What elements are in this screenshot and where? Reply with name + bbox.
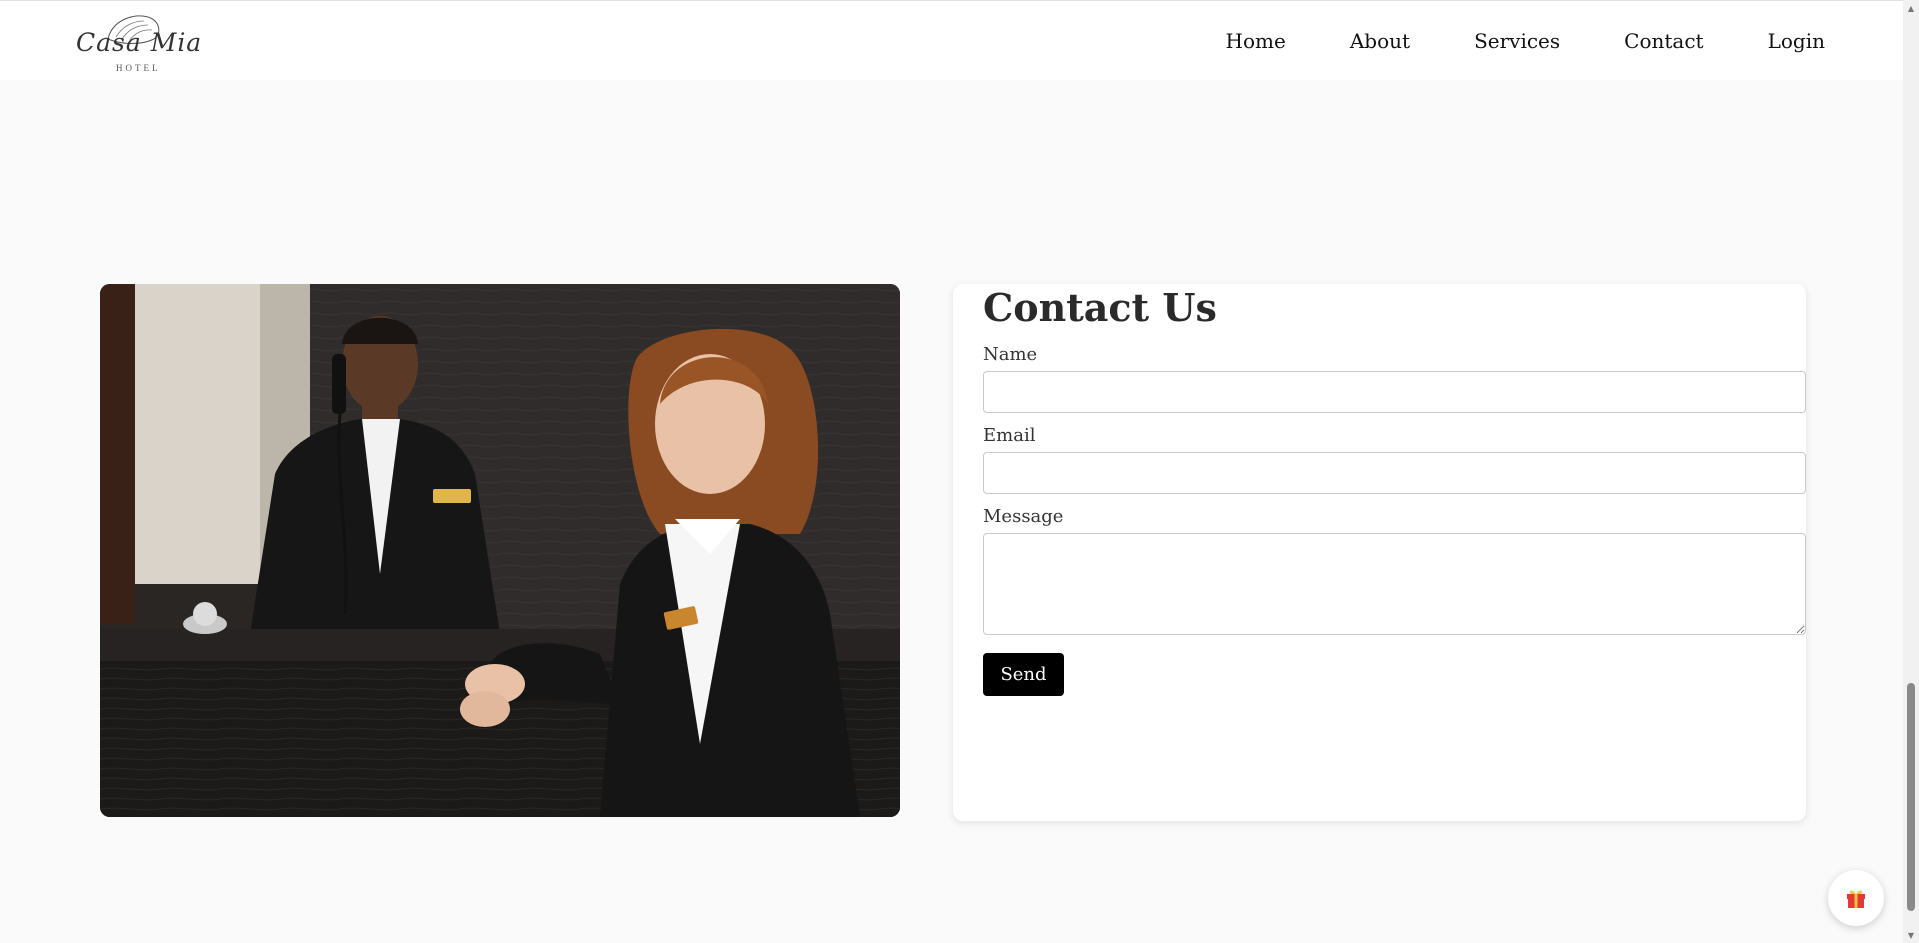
email-input[interactable] (983, 452, 1806, 494)
nav-login[interactable]: Login (1736, 29, 1825, 53)
name-input[interactable] (983, 371, 1806, 413)
nav-home[interactable]: Home (1194, 29, 1318, 53)
page-scrollbar[interactable]: ▲ ▼ (1903, 0, 1919, 943)
contact-title: Contact Us (983, 285, 1217, 330)
nav-contact[interactable]: Contact (1592, 29, 1735, 53)
main-nav: Home About Services Contact Login (1194, 29, 1825, 53)
gift-button[interactable] (1828, 870, 1884, 926)
reception-photo (100, 284, 900, 817)
logo-text: Casa Mia (76, 27, 203, 57)
scroll-thumb[interactable] (1907, 683, 1915, 911)
contact-card: Contact Us Name Email Message Send (953, 284, 1806, 821)
logo-subtitle: HOTEL (116, 62, 161, 73)
message-label: Message (983, 506, 1064, 527)
site-header: Casa Mia HOTEL Home About Services Conta… (0, 0, 1903, 80)
email-label: Email (983, 425, 1036, 446)
nav-services[interactable]: Services (1442, 29, 1592, 53)
page: Casa Mia HOTEL Home About Services Conta… (0, 0, 1919, 943)
send-button[interactable]: Send (983, 653, 1064, 696)
scroll-down-arrow-icon[interactable]: ▼ (1903, 927, 1919, 943)
gift-icon (1847, 890, 1865, 908)
scroll-up-arrow-icon[interactable]: ▲ (1903, 0, 1919, 16)
nav-about[interactable]: About (1318, 29, 1442, 53)
message-textarea[interactable] (983, 533, 1806, 635)
logo[interactable]: Casa Mia HOTEL (72, 9, 202, 73)
name-label: Name (983, 344, 1038, 365)
